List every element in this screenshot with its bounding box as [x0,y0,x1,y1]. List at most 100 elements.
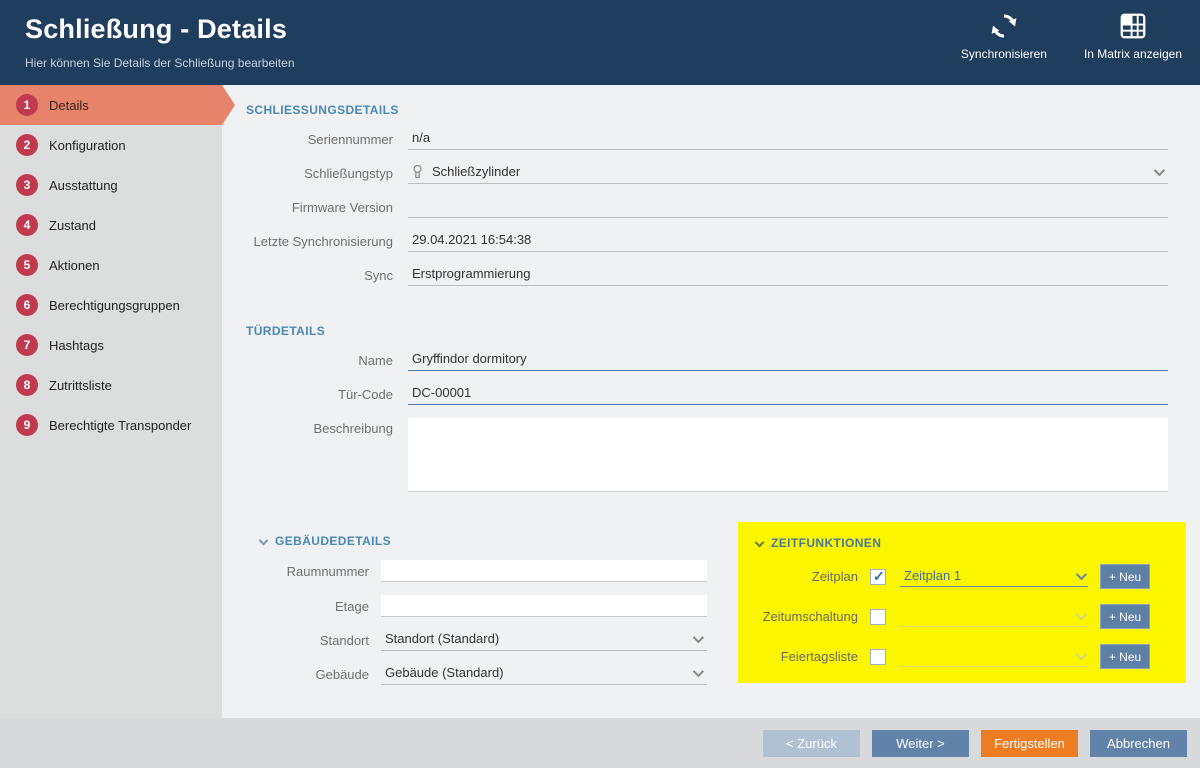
building-details-section: GEBÄUDEDETAILS Raumnummer Etage Standort… [246,522,716,698]
sidebar-item-aktionen[interactable]: 5 Aktionen [0,245,222,285]
zeitumschaltung-checkbox[interactable] [870,609,886,625]
chevron-down-icon [693,665,703,680]
section-title-tuerdetails: TÜRDETAILS [246,324,1200,338]
letzte-synchronisierung-text: 29.04.2021 16:54:38 [412,232,531,247]
beschreibung-textarea[interactable] [408,418,1168,492]
sidebar-item-label: Hashtags [49,338,104,353]
raumnummer-label: Raumnummer [246,564,381,579]
step-number-badge: 9 [16,414,38,436]
gebaeude-label: Gebäude [246,667,381,682]
zeitumschaltung-dropdown [900,606,1088,627]
cancel-button[interactable]: Abbrechen [1090,730,1187,757]
synchronize-button[interactable]: Synchronisieren [958,8,1050,61]
gebaeude-dropdown[interactable]: Gebäude (Standard) [381,664,707,685]
show-in-matrix-label: In Matrix anzeigen [1084,47,1182,61]
etage-input[interactable] [381,595,707,617]
raumnummer-input[interactable] [381,560,707,582]
matrix-icon [1118,8,1148,44]
zeitplan-dropdown[interactable]: Zeitplan 1 [900,566,1088,587]
step-number-badge: 5 [16,254,38,276]
sidebar-steps: 1 Details 2 Konfiguration 3 Ausstattung … [0,85,222,768]
sidebar-item-label: Details [49,98,89,113]
time-functions-panel: ZEITFUNKTIONEN Zeitplan Zeitplan 1 + Neu… [738,522,1186,683]
sidebar-item-label: Berechtigungsgruppen [49,298,180,313]
chevron-down-icon [1076,608,1084,623]
sidebar-item-label: Ausstattung [49,178,118,193]
step-number-badge: 6 [16,294,38,316]
name-text: Gryffindor dormitory [412,351,527,366]
sidebar-item-berechtigungsgruppen[interactable]: 6 Berechtigungsgruppen [0,285,222,325]
zeitplan-text: Zeitplan 1 [904,568,961,583]
show-in-matrix-button[interactable]: In Matrix anzeigen [1084,8,1182,61]
letzte-synchronisierung-label: Letzte Synchronisierung [222,234,408,249]
chevron-down-icon [693,631,703,646]
sidebar-item-label: Berechtigte Transponder [49,418,191,433]
section-header-zeitfunktionen[interactable]: ZEITFUNKTIONEN [756,536,1172,550]
sidebar-item-konfiguration[interactable]: 2 Konfiguration [0,125,222,165]
step-number-badge: 1 [16,94,38,116]
name-label: Name [222,353,408,368]
sidebar-item-ausstattung[interactable]: 3 Ausstattung [0,165,222,205]
tuer-code-label: Tür-Code [222,387,408,402]
zeitplan-new-button[interactable]: + Neu [1100,564,1150,589]
step-number-badge: 3 [16,174,38,196]
feiertagsliste-new-button[interactable]: + Neu [1100,644,1150,669]
firmware-value [408,197,1168,218]
chevron-down-icon [1154,164,1164,179]
standort-label: Standort [246,633,381,648]
step-number-badge: 2 [16,134,38,156]
sync-text: Erstprogrammierung [412,266,531,281]
seriennummer-label: Seriennummer [222,132,408,147]
step-number-badge: 7 [16,334,38,356]
schliessungstyp-text: Schließzylinder [432,164,520,179]
header-actions: Synchronisieren In Matrix anzeigen [958,8,1182,61]
sidebar-item-zustand[interactable]: 4 Zustand [0,205,222,245]
sync-label: Sync [222,268,408,283]
sidebar-item-berechtigte-transponder[interactable]: 9 Berechtigte Transponder [0,405,222,445]
header: Schließung - Details Hier können Sie Det… [0,0,1200,85]
collapse-chevron-icon [755,537,765,547]
feiertagsliste-checkbox[interactable] [870,649,886,665]
sidebar-item-label: Aktionen [49,258,100,273]
page-subtitle: Hier können Sie Details der Schließung b… [25,56,295,70]
zeitplan-checkbox[interactable] [870,569,886,585]
gebaeudedetails-title: GEBÄUDEDETAILS [275,534,391,548]
standort-text: Standort (Standard) [385,631,499,646]
zeitfunktionen-title: ZEITFUNKTIONEN [771,536,881,550]
chevron-down-icon [1076,568,1084,583]
sync-icon [988,8,1020,44]
footer-bar: < Zurück Weiter > Fertigstellen Abbreche… [0,718,1200,768]
app-window: Schließung - Details Hier können Sie Det… [0,0,1200,768]
name-input[interactable]: Gryffindor dormitory [408,350,1168,371]
sidebar-item-details[interactable]: 1 Details [0,85,222,125]
step-number-badge: 8 [16,374,38,396]
chevron-down-icon [1076,648,1084,663]
sidebar-item-zutrittsliste[interactable]: 8 Zutrittsliste [0,365,222,405]
sidebar-item-label: Zustand [49,218,96,233]
schliessungstyp-dropdown[interactable]: Schließzylinder [408,163,1168,184]
finish-button[interactable]: Fertigstellen [981,730,1078,757]
zeitplan-label: Zeitplan [752,569,870,584]
beschreibung-label: Beschreibung [222,418,408,436]
etage-label: Etage [246,599,381,614]
page-title: Schließung - Details [25,14,287,45]
zeitumschaltung-new-button[interactable]: + Neu [1100,604,1150,629]
synchronize-label: Synchronisieren [961,47,1047,61]
cylinder-icon [412,164,423,180]
step-number-badge: 4 [16,214,38,236]
section-title-schliessungsdetails: SCHLIESSUNGSDETAILS [246,103,1200,117]
sidebar-item-hashtags[interactable]: 7 Hashtags [0,325,222,365]
sidebar-item-label: Konfiguration [49,138,126,153]
collapse-chevron-icon [259,535,269,545]
seriennummer-text: n/a [412,130,430,145]
schliessungstyp-label: Schließungstyp [222,166,408,181]
standort-dropdown[interactable]: Standort (Standard) [381,630,707,651]
next-button[interactable]: Weiter > [872,730,969,757]
back-button[interactable]: < Zurück [763,730,860,757]
section-header-gebaeudedetails[interactable]: GEBÄUDEDETAILS [260,534,716,548]
tuer-code-input[interactable]: DC-00001 [408,384,1168,405]
sidebar-item-label: Zutrittsliste [49,378,112,393]
letzte-synchronisierung-value: 29.04.2021 16:54:38 [408,231,1168,252]
main-content: SCHLIESSUNGSDETAILS Seriennummer n/a Sch… [222,85,1200,718]
zeitumschaltung-label: Zeitumschaltung [752,609,870,624]
